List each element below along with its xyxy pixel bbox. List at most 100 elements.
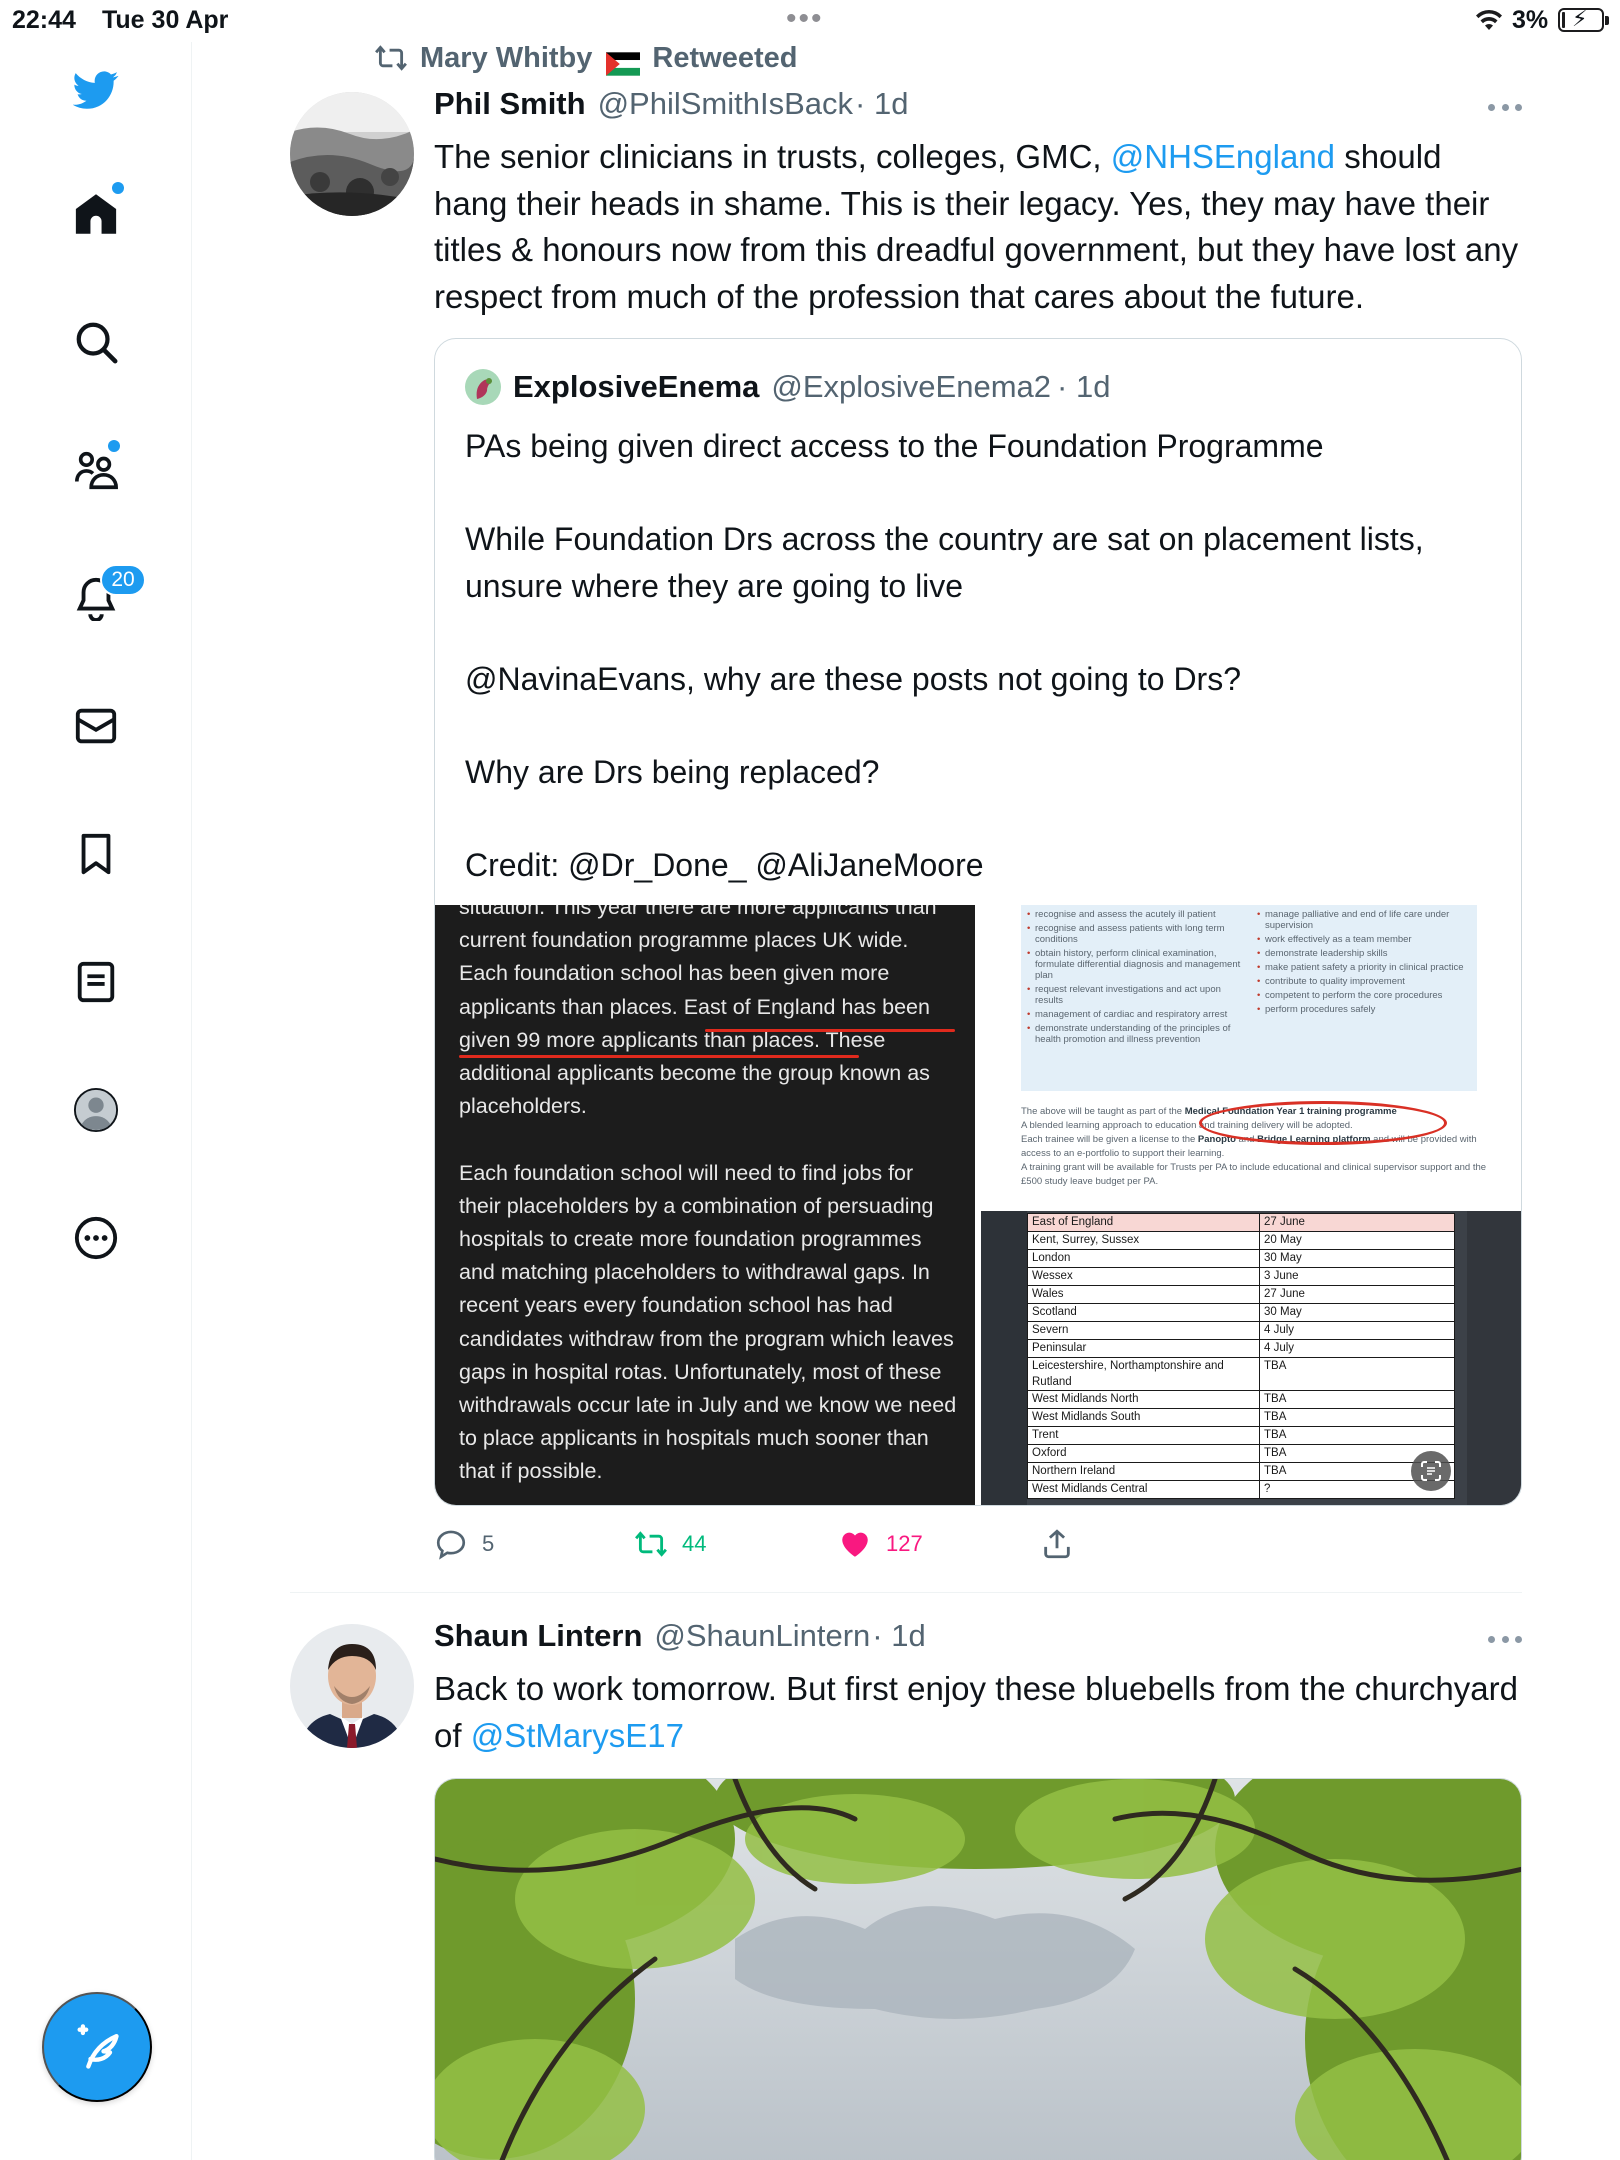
home-unread-dot [112,182,124,194]
compose-feather-icon [77,2024,119,2069]
share-button[interactable] [1040,1524,1074,1564]
sidebar-item-more[interactable] [62,1204,130,1272]
table-row: Wales 27 June [1027,1285,1455,1304]
sidebar-item-communities[interactable] [62,436,130,504]
tweet-text: Back to work tomorrow. But first enjoy t… [434,1666,1524,1759]
quote-avatar [465,369,501,405]
retweeted-label: Retweeted [652,41,798,74]
reply-button[interactable]: 5 [434,1524,494,1564]
red-underline [705,1029,955,1032]
red-circle-annotation [1199,1101,1447,1145]
envelope-icon [75,708,117,744]
table-cell: West Midlands South [1027,1408,1260,1427]
sidebar-item-profile[interactable] [62,1076,130,1144]
table-cell: Kent, Surrey, Sussex [1027,1231,1260,1250]
author-name[interactable]: Shaun Lintern [434,1618,642,1654]
tweet-time[interactable]: · 1d [855,86,908,122]
retweet-icon [375,45,407,71]
table-cell: Severn [1027,1321,1260,1340]
sidebar-item-messages[interactable] [62,692,130,760]
quote-image-right[interactable]: recognise and assess the acutely ill pat… [981,905,1521,1505]
author-name[interactable]: Phil Smith [434,86,586,122]
table-cell: TBA [1259,1357,1455,1391]
quote-time: · 1d [1057,369,1111,404]
quoted-tweet[interactable]: ExplosiveEnema @ExplosiveEnema2 · 1d PAs… [434,338,1522,1506]
doc-bullets-left: recognise and assess the acutely ill pat… [1027,909,1247,1048]
retweet-icon [635,1531,667,1557]
author-handle[interactable]: @ShaunLintern [654,1618,870,1654]
more-options-icon[interactable] [1488,1636,1522,1646]
avatar[interactable] [290,92,414,216]
tweet-time[interactable]: · 1d [872,1618,925,1654]
author-handle[interactable]: @PhilSmithIsBack [598,86,853,122]
doc-bullet: management of cardiac and respiratory ar… [1027,1009,1247,1020]
table-cell: East of England [1027,1213,1260,1232]
mention-link[interactable]: @StMarysE17 [471,1717,684,1754]
live-text-icon[interactable] [1411,1451,1451,1491]
retweet-button[interactable]: 44 [634,1524,706,1564]
retweeter-name[interactable]: Mary Whitby [420,42,592,75]
compose-tweet-button[interactable] [42,1992,152,2102]
table-cell: Leicestershire, Northamptonshire and Rut… [1027,1357,1260,1391]
reply-count: 5 [482,1531,495,1556]
tweet-photo[interactable] [434,1778,1522,2160]
doc-bullet: request relevant investigations and act … [1027,984,1247,1006]
tweet-actions: 5 44 127 [434,1524,1194,1564]
sidebar-item-lists[interactable] [62,948,130,1016]
table-row: Severn 4 July [1027,1321,1455,1340]
quote-author-name: ExplosiveEnema [513,369,760,404]
red-underline [459,1055,859,1058]
table-shadow-left [981,1211,1027,1505]
bird-icon[interactable] [62,56,130,124]
heart-icon [842,1532,868,1557]
avatar[interactable] [290,1624,414,1748]
table-row: Wessex 3 June [1027,1267,1455,1286]
doc-bullet: perform procedures safely [1257,1004,1472,1015]
table-cell: TBA [1259,1390,1455,1409]
profile-avatar-icon [73,1087,119,1133]
image-paragraph: Each foundation school will need to find… [459,1160,957,1484]
quote-paragraph: @NavinaEvans, why are these posts not go… [465,660,1241,697]
table-cell: 27 June [1259,1285,1455,1304]
table-cell: 4 July [1259,1321,1455,1340]
image-text: situation. This year there are more appl… [459,905,959,1489]
tweet-header: Shaun Lintern @ShaunLintern · 1d [434,1618,926,1662]
sidebar-item-notifications[interactable]: 20 [62,564,146,632]
sidebar-item-home[interactable] [62,180,130,248]
deadline-table-image: East of England 27 June Kent, Surrey, Suss… [981,1211,1521,1505]
doc-outcomes-box: recognise and assess the acutely ill pat… [1021,905,1477,1091]
battery-icon: ⚡ [1558,6,1609,32]
mention-link[interactable]: @NHSEngland [1111,138,1335,175]
doc-bullet: recognise and assess patients with long … [1027,923,1247,945]
sidebar-item-bookmarks[interactable] [62,820,130,888]
notifications-badge: 20 [100,564,146,596]
image-paragraph: situation. This year there are more appl… [459,905,937,1119]
charging-bolt-icon: ⚡ [1572,6,1588,31]
table-row: West Midlands Central? [1027,1480,1455,1499]
quote-image-left[interactable]: situation. This year there are more appl… [435,905,975,1505]
table-cell: Trent [1027,1426,1260,1445]
multitasking-dots-icon[interactable]: ••• [786,4,824,34]
status-time: 22:44 [12,6,76,34]
table-cell: TBA [1259,1426,1455,1445]
doc-bullet: manage palliative and end of life care u… [1257,909,1472,931]
table-row: Kent, Surrey, Sussex 20 May [1027,1231,1455,1250]
quote-paragraph: Credit: @Dr_Done_ @AliJaneMoore [465,846,984,883]
like-button[interactable]: 127 [838,1524,923,1564]
table-cell: Wessex [1027,1267,1260,1286]
sidebar-item-explore[interactable] [62,308,130,376]
table-cell: Northern Ireland [1027,1462,1260,1481]
table-cell: 4 July [1259,1339,1455,1358]
more-options-icon[interactable] [1488,104,1522,114]
table-cell: Scotland [1027,1303,1260,1322]
table-row: West Midlands South TBA [1027,1408,1455,1427]
quote-paragraph: PAs being given direct access to the Fou… [465,428,1324,464]
share-icon [1044,1529,1070,1559]
table-cell: 30 May [1259,1249,1455,1268]
reply-icon [436,1530,466,1560]
quote-paragraph: Why are Drs being replaced? [465,753,880,790]
doc-bullet: contribute to quality improvement [1257,976,1472,987]
list-icon [77,961,115,1003]
table-row: Northern Ireland TBA [1027,1462,1455,1481]
table-shadow-right [1467,1211,1521,1505]
